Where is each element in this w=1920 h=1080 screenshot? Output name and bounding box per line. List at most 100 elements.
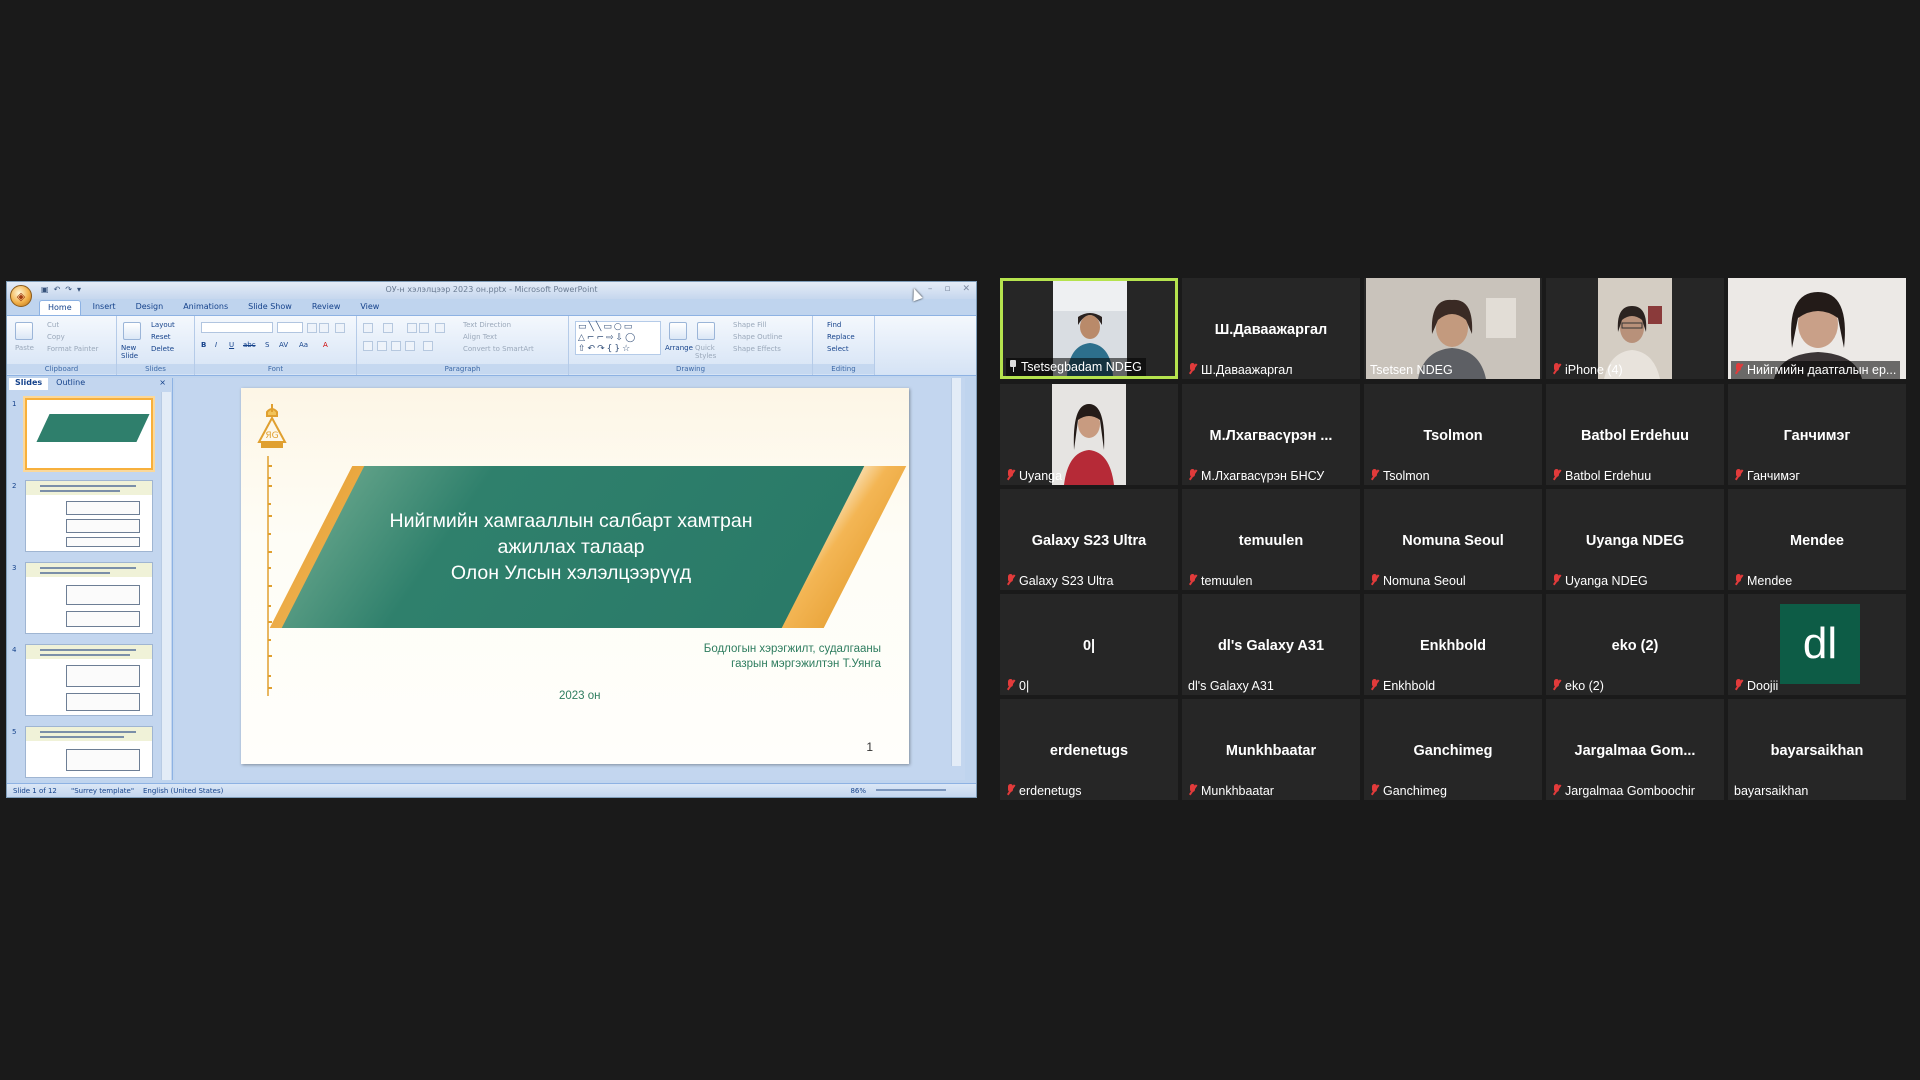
tab-slides[interactable]: Slides xyxy=(9,378,49,390)
paste-button[interactable]: Paste xyxy=(15,344,34,352)
slide-thumbnail-5[interactable] xyxy=(25,726,153,778)
shrink-font-icon[interactable] xyxy=(319,323,329,333)
grow-font-icon[interactable] xyxy=(307,323,317,333)
font-size-select[interactable] xyxy=(277,322,303,333)
slide-thumbnail-4[interactable] xyxy=(25,644,153,716)
strikethrough-icon[interactable]: abc xyxy=(243,341,256,349)
slide-thumbnail-3[interactable] xyxy=(25,562,153,634)
shape-fill-button[interactable]: Shape Fill xyxy=(733,321,767,329)
participant-tile[interactable]: temuulen temuulen xyxy=(1182,489,1360,590)
shapes-gallery[interactable]: ▭╲╲▭○▭ △⌐⌐⇨⇩◯ ⇧↶↷{}☆ xyxy=(575,321,661,355)
slides-pane-scrollbar[interactable] xyxy=(161,392,171,780)
participant-tile[interactable]: М.Лхагвасүрэн ... М.Лхагвасүрэн БНСУ xyxy=(1182,384,1360,485)
pane-close-icon[interactable]: × xyxy=(159,378,166,387)
slide-thumbnail-1[interactable] xyxy=(25,398,153,470)
participant-tile[interactable]: 0| 0| xyxy=(1000,594,1178,695)
arrange-button[interactable]: Arrange xyxy=(665,344,693,352)
participant-tile[interactable]: Ганчимэг Ганчимэг xyxy=(1728,384,1906,485)
participant-tile[interactable]: erdenetugs erdenetugs xyxy=(1000,699,1178,800)
spacing-icon[interactable]: AV xyxy=(279,341,288,349)
align-center-icon[interactable] xyxy=(377,341,387,351)
participant-tile[interactable]: dl's Galaxy A31 dl's Galaxy A31 xyxy=(1182,594,1360,695)
align-text-button[interactable]: Align Text xyxy=(463,333,497,341)
redo-icon[interactable]: ↷ xyxy=(65,285,72,294)
participant-tile[interactable]: Galaxy S23 Ultra Galaxy S23 Ultra xyxy=(1000,489,1178,590)
participant-tile[interactable]: Enkhbold Enkhbold xyxy=(1364,594,1542,695)
align-left-icon[interactable] xyxy=(363,341,373,351)
qat-dropdown-icon[interactable]: ▾ xyxy=(77,285,81,294)
line-spacing-icon[interactable] xyxy=(435,323,445,333)
participant-tile[interactable]: Uyanga xyxy=(1000,384,1178,485)
participant-tile[interactable]: Нийгмийн даатгалын ер... xyxy=(1728,278,1906,379)
font-color-icon[interactable]: A xyxy=(323,341,328,349)
reset-button[interactable]: Reset xyxy=(151,333,171,341)
participant-tile[interactable]: Jargalmaa Gom... Jargalmaa Gomboochir xyxy=(1546,699,1724,800)
participant-tile[interactable]: Mendee Mendee xyxy=(1728,489,1906,590)
participant-tile[interactable]: eko (2) eko (2) xyxy=(1546,594,1724,695)
align-right-icon[interactable] xyxy=(391,341,401,351)
slide-subtitle[interactable]: Бодлогын хэрэгжилт, судалгааны газрын мэ… xyxy=(704,642,881,672)
copy-button[interactable]: Copy xyxy=(47,333,65,341)
participant-tile[interactable]: Ganchimeg Ganchimeg xyxy=(1364,699,1542,800)
participant-tile[interactable]: Uyanga NDEG Uyanga NDEG xyxy=(1546,489,1724,590)
participant-tile[interactable]: Tsetsen NDEG xyxy=(1364,278,1542,379)
numbering-icon[interactable] xyxy=(383,323,393,333)
slide-thumbnail-2[interactable] xyxy=(25,480,153,552)
tab-outline[interactable]: Outline xyxy=(50,378,91,390)
clear-format-icon[interactable] xyxy=(335,323,345,333)
new-slide-button[interactable]: New Slide xyxy=(121,344,147,360)
participant-tile[interactable]: dl Doojii xyxy=(1728,594,1906,695)
columns-icon[interactable] xyxy=(423,341,433,351)
tab-design[interactable]: Design xyxy=(128,300,172,315)
tab-insert[interactable]: Insert xyxy=(85,300,124,315)
participant-tile[interactable]: Tsetsegbadam NDEG xyxy=(1000,278,1178,379)
close-icon[interactable]: ✕ xyxy=(962,284,970,294)
minimize-icon[interactable]: – xyxy=(928,284,933,294)
select-button[interactable]: Select xyxy=(827,345,849,353)
slide-year[interactable]: 2023 он xyxy=(559,690,601,702)
language[interactable]: English (United States) xyxy=(143,787,223,795)
save-icon[interactable]: ▣ xyxy=(41,285,49,294)
layout-button[interactable]: Layout xyxy=(151,321,175,329)
replace-button[interactable]: Replace xyxy=(827,333,855,341)
bullets-icon[interactable] xyxy=(363,323,373,333)
participant-tile[interactable]: iPhone (4) xyxy=(1546,278,1724,379)
shape-effects-button[interactable]: Shape Effects xyxy=(733,345,781,353)
tab-review[interactable]: Review xyxy=(304,300,349,315)
participant-tile[interactable]: Tsolmon Tsolmon xyxy=(1364,384,1542,485)
tab-slide-show[interactable]: Slide Show xyxy=(240,300,300,315)
undo-icon[interactable]: ↶ xyxy=(54,285,61,294)
current-slide[interactable]: ЯG Нийгмийн хамгааллын салбарт хамтран а… xyxy=(241,388,909,764)
cut-button[interactable]: Cut xyxy=(47,321,59,329)
change-case-icon[interactable]: Aa xyxy=(299,341,308,349)
slide-title[interactable]: Нийгмийн хамгааллын салбарт хамтран ажил… xyxy=(341,508,801,586)
zoom-level[interactable]: 86% xyxy=(850,787,866,795)
tab-animations[interactable]: Animations xyxy=(175,300,236,315)
italic-icon[interactable]: I xyxy=(215,341,217,349)
participant-tile[interactable]: Batbol Erdehuu Batbol Erdehuu xyxy=(1546,384,1724,485)
shadow-icon[interactable]: S xyxy=(265,341,269,349)
font-family-select[interactable] xyxy=(201,322,273,333)
zoom-slider[interactable] xyxy=(876,789,946,791)
participant-tile[interactable]: Ш.Даваажаргал Ш.Даваажаргал xyxy=(1182,278,1360,379)
tab-home[interactable]: Home xyxy=(39,300,81,315)
shape-outline-button[interactable]: Shape Outline xyxy=(733,333,782,341)
delete-button[interactable]: Delete xyxy=(151,345,174,353)
find-button[interactable]: Find xyxy=(827,321,841,329)
maximize-icon[interactable]: ▫ xyxy=(944,284,950,294)
participant-tile[interactable]: Nomuna Seoul Nomuna Seoul xyxy=(1364,489,1542,590)
participant-tile[interactable]: Munkhbaatar Munkhbaatar xyxy=(1182,699,1360,800)
decrease-indent-icon[interactable] xyxy=(407,323,417,333)
shared-powerpoint-window[interactable]: ОУ-н хэлэлцээр 2023 он.pptx - Microsoft … xyxy=(6,281,977,798)
text-direction-button[interactable]: Text Direction xyxy=(463,321,511,329)
tab-view[interactable]: View xyxy=(352,300,387,315)
convert-smartart-button[interactable]: Convert to SmartArt xyxy=(463,345,534,353)
format-painter-button[interactable]: Format Painter xyxy=(47,345,98,353)
quick-styles-button[interactable]: Quick Styles xyxy=(695,344,721,360)
slide-scrollbar[interactable] xyxy=(951,378,961,766)
bold-icon[interactable]: B xyxy=(201,341,206,349)
justify-icon[interactable] xyxy=(405,341,415,351)
underline-icon[interactable]: U xyxy=(229,341,234,349)
office-button-icon[interactable]: ◈ xyxy=(10,285,32,307)
increase-indent-icon[interactable] xyxy=(419,323,429,333)
